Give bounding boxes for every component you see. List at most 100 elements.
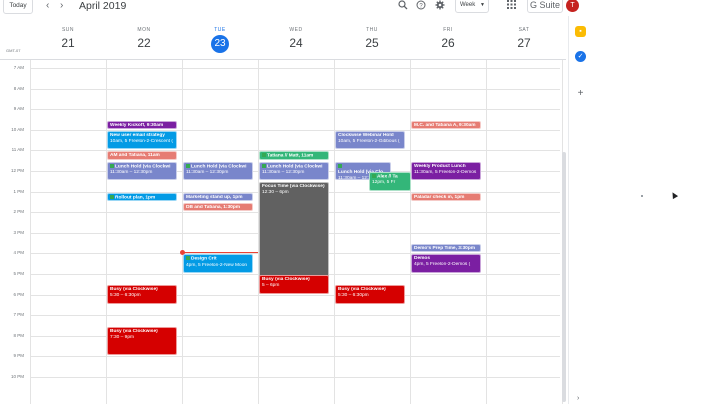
today-button[interactable]: Today — [3, 0, 33, 14]
event-title-text: M.C. and Tatiana A, 9:30am — [414, 122, 476, 128]
day-number[interactable]: 24 — [258, 36, 334, 50]
day-column-divider — [334, 60, 335, 404]
day-column-divider — [410, 60, 411, 404]
event-chip[interactable]: Rollout plan, 1pm — [107, 192, 177, 201]
mouse-cursor-icon — [669, 190, 679, 200]
event-chip[interactable]: AM and Tatiana, 11am — [107, 151, 177, 160]
hour-gridline — [30, 356, 560, 358]
event-title-text: Focus Time (via Clockwise) — [262, 184, 325, 190]
day-number[interactable]: 27 — [486, 36, 562, 50]
day-number[interactable]: 23 — [211, 35, 229, 53]
event-chip[interactable]: Alex // Ta 12pm, 5 Fr — [369, 172, 411, 191]
event-chip[interactable]: Design Crit 4pm, 5 Freelon-2-New Moon — [183, 254, 253, 273]
day-header-mon[interactable]: MON 22 — [106, 20, 182, 60]
hour-label: 8 AM — [13, 85, 24, 91]
event-chip[interactable]: Lunch Hold (via Clockwi 11:30am – 12:30pm — [183, 161, 253, 181]
month-title: April 2019 — [79, 0, 127, 12]
event-chip[interactable]: New user email strategy 10am, 5 Freelon-2… — [107, 130, 177, 150]
apps-grid-icon[interactable] — [505, 0, 517, 12]
view-select[interactable]: Week ▼ — [455, 0, 489, 13]
day-header-fri[interactable]: FRI 26 — [410, 20, 486, 60]
day-header-sat[interactable]: SAT 27 — [486, 20, 562, 60]
event-title-text: Lunch Hold (via Clockwi — [267, 163, 323, 169]
hour-gridline — [30, 315, 560, 317]
event-title: Marketing stand up, 1pm — [186, 194, 250, 200]
day-header-sun[interactable]: SUN 21 — [30, 20, 106, 60]
hour-label: 1 PM — [13, 188, 24, 194]
event-title: AM and Tatiana, 11am — [110, 153, 174, 158]
gsuite-button[interactable]: G Suite — [527, 0, 563, 13]
event-chip[interactable]: Busy (via Clockwise) 7:30 – 9pm — [107, 326, 177, 356]
timezone-label: GMT-07 — [6, 48, 21, 53]
event-chip[interactable]: Busy (via Clockwise) 5 – 6pm — [259, 275, 329, 294]
hour-label: 12 PM — [10, 168, 24, 173]
event-chip[interactable]: Tatiana // Matt, 11am — [259, 151, 329, 160]
search-icon[interactable] — [397, 0, 409, 12]
event-title: Clockwise Webinar Hold — [338, 133, 402, 139]
help-icon[interactable]: ? — [415, 0, 427, 12]
event-title: DB and Tatiana, 1:30pm — [186, 204, 250, 210]
day-column-divider — [486, 60, 487, 404]
event-chip[interactable]: Weekly Kickoff, 9:30am — [107, 120, 177, 129]
week-grid[interactable]: 7 AM 8 AM 9 AM 10 AM 11 AM 12 PM 1 PM 2 PM 3 PM 4… — [0, 60, 566, 404]
day-header: GMT-07 SUN 21 MON 22 TUE 23 WED 24 THU 25 FRI 26 SAT… — [0, 20, 566, 60]
day-number[interactable]: 21 — [30, 36, 106, 50]
hour-label: 6 PM — [13, 291, 24, 297]
hour-label: 8 PM — [13, 332, 24, 338]
hour-label: 10 AM — [11, 126, 24, 132]
avatar[interactable]: T — [566, 0, 579, 12]
event-chip[interactable]: Lunch Hold (via Clockwi 11:30am – 12:30pm — [259, 161, 329, 181]
hour-label: 7 AM — [13, 65, 24, 70]
event-title: Alex // Ta — [377, 174, 398, 179]
event-chip[interactable]: Busy (via Clockwise) 5:30 – 6:30pm — [335, 285, 405, 304]
flag-icon — [186, 163, 190, 168]
day-number[interactable]: 26 — [410, 36, 486, 50]
event-title-text: Marketing stand up, 1pm — [186, 194, 243, 200]
day-header-tue[interactable]: TUE 23 — [182, 20, 258, 60]
event-title: M.C. and Tatiana A, 9:30am — [414, 122, 478, 128]
event-chip[interactable]: Lunch Hold (via Clockwi 11:30am – 12:30pm — [107, 161, 177, 181]
hour-gridline — [30, 377, 560, 378]
day-number[interactable]: 22 — [106, 36, 182, 50]
event-title: Paladar check in, 1pm — [414, 194, 478, 200]
event-chip[interactable]: DB and Tatiana, 1:30pm — [183, 202, 253, 212]
plus-icon[interactable]: + — [575, 88, 586, 99]
event-time: 12:30 – 6pm — [262, 190, 289, 196]
event-title-text: Rollout plan, 1pm — [115, 194, 156, 200]
event-title-text: Paladar check in, 1pm — [414, 194, 465, 200]
flag-icon — [110, 194, 114, 199]
event-title: Design Crit — [191, 257, 217, 262]
event-chip[interactable]: Weekly Product Lunch 11:30am, 5 Freelon-2… — [411, 161, 481, 181]
keep-icon[interactable]: ▪ — [575, 26, 586, 37]
event-chip[interactable]: Demo's Prep Time, 3:30pm — [411, 244, 481, 253]
flag-icon — [186, 256, 190, 261]
chevron-left-icon[interactable]: ‹ — [46, 0, 49, 12]
event-title-text: Alex // Ta — [377, 174, 398, 180]
tasks-icon[interactable]: ✓ — [575, 51, 586, 62]
day-header-thu[interactable]: THU 25 — [334, 20, 410, 60]
event-title-text: Weekly Kickoff, 9:30am — [110, 122, 164, 128]
day-number[interactable]: 25 — [334, 36, 410, 50]
event-chip[interactable]: Demos 4pm, 5 Freelon-2-Demos ( — [411, 254, 481, 273]
hour-gridline — [30, 109, 560, 111]
event-chip[interactable]: Clockwise Webinar Hold 10am, 5 Freelon-2-… — [335, 130, 405, 150]
grid-scrollbar[interactable] — [562, 152, 566, 402]
event-chip[interactable]: Busy (via Clockwise) 5:30 – 6:30pm — [107, 285, 177, 304]
day-header-wed[interactable]: WED 24 — [258, 20, 334, 60]
side-panel: ▪ ✓ + › — [568, 16, 592, 404]
event-chip[interactable]: Paladar check in, 1pm — [411, 192, 481, 201]
event-time: 11:30am, 5 Freelon-2-Demos — [414, 169, 477, 175]
event-time: 5 – 6pm — [262, 283, 280, 288]
event-title: Rollout plan, 1pm — [115, 195, 155, 200]
event-chip[interactable]: Marketing stand up, 1pm — [183, 192, 253, 201]
event-chip[interactable]: M.C. and Tatiana A, 9:30am — [411, 120, 481, 129]
event-title: Lunch Hold (via Clockwi — [191, 164, 246, 169]
hour-label: 3 PM — [13, 229, 24, 235]
event-title-text: DB and Tatiana, 1:30pm — [186, 204, 241, 210]
gear-icon[interactable] — [434, 0, 446, 12]
dot-mark — [641, 195, 643, 197]
event-time: 7:30 – 9pm — [110, 334, 135, 340]
chevron-right-icon[interactable]: › — [60, 0, 63, 12]
chevron-right-icon[interactable]: › — [577, 395, 579, 402]
event-title: Demo's Prep Time, 3:30pm — [414, 246, 478, 251]
